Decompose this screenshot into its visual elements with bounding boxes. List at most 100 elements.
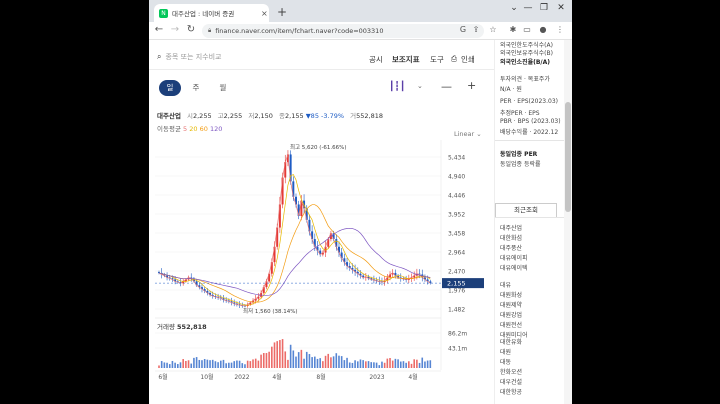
recent-item[interactable]: 대한유화 [500,337,522,346]
volume-bar [292,350,295,368]
recent-item[interactable]: 대주풍산 [500,243,522,252]
volume-bar [219,360,222,368]
x-tick-label: 6월 [158,373,167,381]
divider [495,140,565,141]
volume-bar [193,357,195,368]
stock-info-panel: 외국인한도주식수(A) 외국인보유주식수(B) 외국인소진율(B/A) 투자의견 · … [494,40,565,404]
volume-bar [168,364,171,368]
recent-item[interactable]: 대한화섬 [500,233,522,242]
volume-bar [308,354,311,368]
volume-bar [187,360,190,368]
volume-bar [281,339,284,368]
y-tick-label: 3,458 [448,231,465,238]
y-tick-label: 1,976 [448,288,465,295]
x-tick-label: 4월 [272,373,281,381]
volume-tick-label: 43.1m [448,346,467,353]
recent-item[interactable]: 대원화성 [500,290,522,299]
volume-bar [311,357,313,368]
volume-bar [287,359,289,368]
y-tick-label: 4,446 [448,193,465,200]
volume-bar [362,360,364,368]
recent-item[interactable]: 대주산업 [500,223,522,232]
close-window-button[interactable]: ✕ [554,3,568,13]
omnibox[interactable]: 🔒︎ finance.naver.com/item/fchart.naver?c… [202,24,484,38]
volume-bar [421,357,424,368]
info-line: 동일업종 PER [500,151,538,158]
recent-item[interactable]: 대우건설 [500,377,522,386]
recent-item[interactable]: 대유 [500,280,511,289]
back-button[interactable]: ← [153,24,165,35]
volume-bar [426,360,429,368]
tab-strip: N 대주산업 : 네이버 증권 × + ⌄ — ❐ ✕ [149,0,572,22]
chevron-down-icon[interactable]: ⌄ [507,3,521,13]
recent-item[interactable]: 대유에이피 [500,253,528,262]
browser-tab[interactable]: N 대주산업 : 네이버 증권 × [154,4,269,22]
volume-bar [394,358,397,368]
volume-bar [332,356,335,368]
recent-item[interactable]: 대원 [500,347,511,356]
volume-bar [373,362,375,368]
browser-window: N 대주산업 : 네이버 증권 × + ⌄ — ❐ ✕ ← → ↻ 🔒︎ fin… [149,0,572,404]
info-line: 외국인소진율(B/A) [500,59,551,66]
url-text[interactable]: finance.naver.com/item/fchart.naver?code… [215,27,383,35]
tab-close-icon[interactable]: × [261,9,268,18]
recent-item[interactable]: 대원제약 [500,300,522,309]
volume-bar [279,340,281,368]
recent-item[interactable]: 대한항공 [500,387,522,396]
sidepanel-icon[interactable]: ▭ [521,25,533,34]
google-lens-icon[interactable]: G [457,25,469,34]
recent-item[interactable]: 대동 [500,357,511,366]
chart-pane: ⌕ 종목 또는 지수비교 공시 보조지표 도구 ⎙ 인쇄 일 주 월 ┃┇┃ ⌄… [149,40,494,404]
volume-label: 거래량 552,818 [157,323,207,331]
recent-item[interactable]: 대유에이텍 [500,263,528,272]
volume-bar [410,363,413,368]
share-icon[interactable]: ⇪ [470,25,482,34]
scrollbar[interactable] [564,40,572,404]
new-tab-button[interactable]: + [276,5,288,19]
extensions-icon[interactable]: ✱ [507,25,519,34]
volume-bar [276,341,278,368]
page-content: ⌕ 종목 또는 지수비교 공시 보조지표 도구 ⎙ 인쇄 일 주 월 ┃┇┃ ⌄… [149,40,572,404]
volume-bar [424,361,426,368]
recent-item[interactable]: 한화오션 [500,367,522,376]
info-line: 추정PER · EPS [500,110,540,117]
volume-bar [418,362,421,368]
scrollbar-thumb[interactable] [565,102,571,212]
profile-avatar-icon[interactable]: ● [537,25,549,34]
info-line: PBR · BPS (2023.03) [500,118,561,125]
volume-bar [389,358,391,368]
volume-bar [284,351,287,368]
reload-button[interactable]: ↻ [185,24,197,35]
recent-item[interactable]: 대원전선 [500,320,522,329]
volume-bar [314,356,316,368]
volume-bar [260,354,262,368]
address-bar-row: ← → ↻ 🔒︎ finance.naver.com/item/fchart.n… [149,22,572,40]
y-tick-label: 5,434 [448,155,465,162]
volume-bar [166,362,168,368]
volume-bar [174,362,176,368]
info-line: 투자의견 · 목표주가 [500,76,550,83]
price-chart[interactable]: 5,434 4,940 4,446 3,952 3,458 2,964 2,470 1,976… [149,40,494,404]
volume-bar [343,360,346,368]
bookmark-star-icon[interactable]: ☆ [487,25,499,34]
x-tick-label: 2022 [234,374,249,381]
volume-bar [236,360,238,368]
x-tick-label: 2023 [369,374,384,381]
recent-item[interactable]: 대원강업 [500,310,522,319]
volume-tick-label: 86.2m [448,331,467,338]
volume-bar [327,353,330,368]
volume-bar [386,358,389,368]
tab-recent[interactable]: 최근조회 [495,203,557,217]
forward-button[interactable]: → [169,24,181,35]
menu-kebab-icon[interactable]: ⋮ [554,25,566,34]
volume-bar [289,344,292,368]
volume-bar [211,359,214,368]
volume-bar [252,359,254,368]
restore-button[interactable]: ❐ [537,3,551,13]
volume-bar [429,360,432,368]
volume-bar [399,361,402,368]
volume-bar [316,358,319,368]
naver-favicon-icon: N [159,8,168,18]
tab-title: 대주산업 : 네이버 증권 [172,10,235,18]
minimize-button[interactable]: — [521,3,535,13]
